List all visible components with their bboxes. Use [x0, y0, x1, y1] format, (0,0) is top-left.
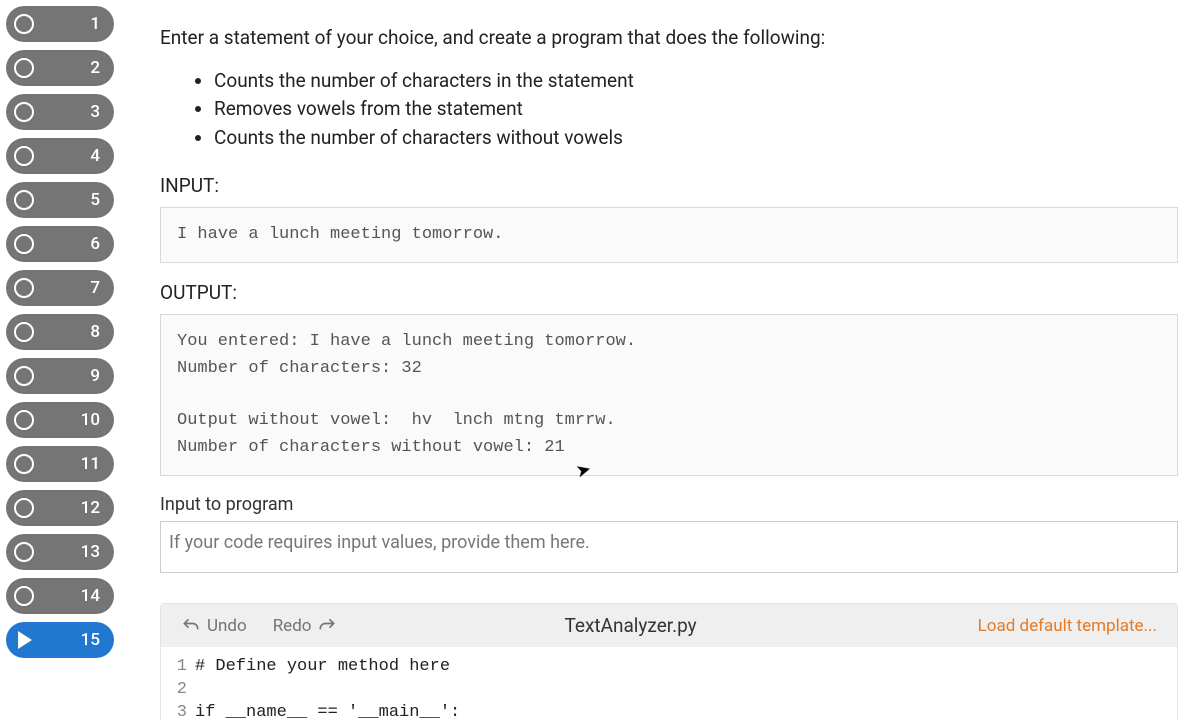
code-line[interactable] [195, 678, 1177, 701]
step-pill-6[interactable]: 6 [6, 226, 114, 262]
step-number: 4 [44, 146, 106, 166]
step-pill-8[interactable]: 8 [6, 314, 114, 350]
step-pill-14[interactable]: 14 [6, 578, 114, 614]
editor-filename: TextAnalyzer.py [363, 614, 897, 637]
step-pill-9[interactable]: 9 [6, 358, 114, 394]
step-pill-7[interactable]: 7 [6, 270, 114, 306]
step-number: 15 [42, 630, 106, 650]
step-pill-2[interactable]: 2 [6, 50, 114, 86]
step-pill-12[interactable]: 12 [6, 490, 114, 526]
line-gutter: 1234 [161, 655, 195, 720]
input-section-label: INPUT: [160, 174, 1178, 197]
output-example-block: You entered: I have a lunch meeting tomo… [160, 314, 1178, 476]
circle-icon [14, 542, 34, 562]
code-editor: Undo Redo TextAnalyzer.py Load default t… [160, 603, 1178, 720]
step-pill-13[interactable]: 13 [6, 534, 114, 570]
step-number: 9 [44, 366, 106, 386]
step-number: 14 [44, 586, 106, 606]
step-pill-1[interactable]: 1 [6, 6, 114, 42]
undo-icon [181, 616, 201, 636]
redo-button[interactable]: Redo [273, 616, 338, 636]
code-area[interactable]: 1234 # Define your method here if __name… [161, 647, 1177, 720]
step-number: 13 [44, 542, 106, 562]
program-input-label: Input to program [160, 494, 1178, 515]
step-sidebar: 123456789101112131415 [0, 0, 120, 720]
circle-icon [14, 454, 34, 474]
code-line[interactable]: if __name__ == '__main__': [195, 701, 1177, 720]
step-number: 7 [44, 278, 106, 298]
play-icon [18, 631, 32, 649]
circle-icon [14, 322, 34, 342]
instructions-bullets: Counts the number of characters in the s… [160, 67, 1178, 153]
undo-label: Undo [207, 616, 247, 636]
editor-toolbar: Undo Redo TextAnalyzer.py Load default t… [161, 604, 1177, 647]
step-number: 10 [44, 410, 106, 430]
code-line[interactable]: # Define your method here [195, 655, 1177, 678]
program-input[interactable] [160, 521, 1178, 573]
step-number: 1 [44, 14, 106, 34]
circle-icon [14, 366, 34, 386]
circle-icon [14, 102, 34, 122]
redo-icon [317, 616, 337, 636]
instruction-bullet: Counts the number of characters in the s… [214, 67, 1178, 96]
step-number: 2 [44, 58, 106, 78]
step-pill-5[interactable]: 5 [6, 182, 114, 218]
input-example-block: I have a lunch meeting tomorrow. [160, 207, 1178, 263]
circle-icon [14, 190, 34, 210]
step-pill-10[interactable]: 10 [6, 402, 114, 438]
step-pill-11[interactable]: 11 [6, 446, 114, 482]
step-pill-4[interactable]: 4 [6, 138, 114, 174]
main-content: Enter a statement of your choice, and cr… [120, 0, 1200, 720]
code-lines[interactable]: # Define your method here if __name__ ==… [195, 655, 1177, 720]
undo-button[interactable]: Undo [181, 616, 247, 636]
circle-icon [14, 234, 34, 254]
step-number: 11 [44, 454, 106, 474]
redo-label: Redo [273, 616, 312, 636]
step-number: 12 [44, 498, 106, 518]
circle-icon [14, 14, 34, 34]
circle-icon [14, 586, 34, 606]
circle-icon [14, 146, 34, 166]
instructions-intro: Enter a statement of your choice, and cr… [160, 24, 1178, 53]
instruction-bullet: Counts the number of characters without … [214, 124, 1178, 153]
step-number: 6 [44, 234, 106, 254]
circle-icon [14, 278, 34, 298]
circle-icon [14, 58, 34, 78]
instruction-bullet: Removes vowels from the statement [214, 95, 1178, 124]
step-number: 5 [44, 190, 106, 210]
step-pill-15[interactable]: 15 [6, 622, 114, 658]
step-number: 3 [44, 102, 106, 122]
output-section-label: OUTPUT: [160, 281, 1178, 304]
step-pill-3[interactable]: 3 [6, 94, 114, 130]
circle-icon [14, 410, 34, 430]
circle-icon [14, 498, 34, 518]
step-number: 8 [44, 322, 106, 342]
load-template-button[interactable]: Load default template... [978, 616, 1157, 636]
